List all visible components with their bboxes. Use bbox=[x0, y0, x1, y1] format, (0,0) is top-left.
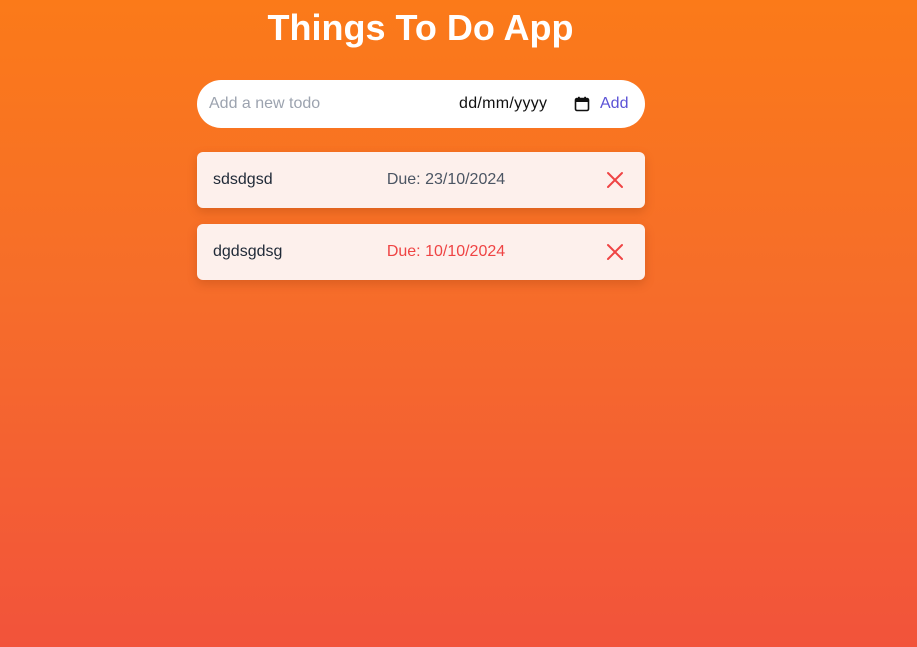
add-button[interactable]: Add bbox=[600, 92, 628, 116]
todo-item: sdsdgsd Due: 23/10/2024 bbox=[197, 152, 645, 208]
todo-item: dgdsgdsg Due: 10/10/2024 bbox=[197, 224, 645, 280]
close-icon bbox=[607, 244, 623, 260]
page-title: Things To Do App bbox=[267, 7, 574, 48]
due-date-value: dd/mm/yyyy bbox=[459, 95, 548, 112]
todo-list: sdsdgsd Due: 23/10/2024 dgdsgdsg Due: 10… bbox=[197, 152, 645, 296]
due-date-input[interactable]: dd/mm/yyyy bbox=[459, 92, 591, 116]
delete-todo-button[interactable] bbox=[603, 240, 627, 264]
delete-todo-button[interactable] bbox=[603, 168, 627, 192]
new-todo-input[interactable] bbox=[209, 92, 449, 116]
add-todo-form: dd/mm/yyyy Add bbox=[197, 80, 645, 128]
calendar-icon[interactable] bbox=[574, 96, 590, 112]
close-icon bbox=[607, 172, 623, 188]
